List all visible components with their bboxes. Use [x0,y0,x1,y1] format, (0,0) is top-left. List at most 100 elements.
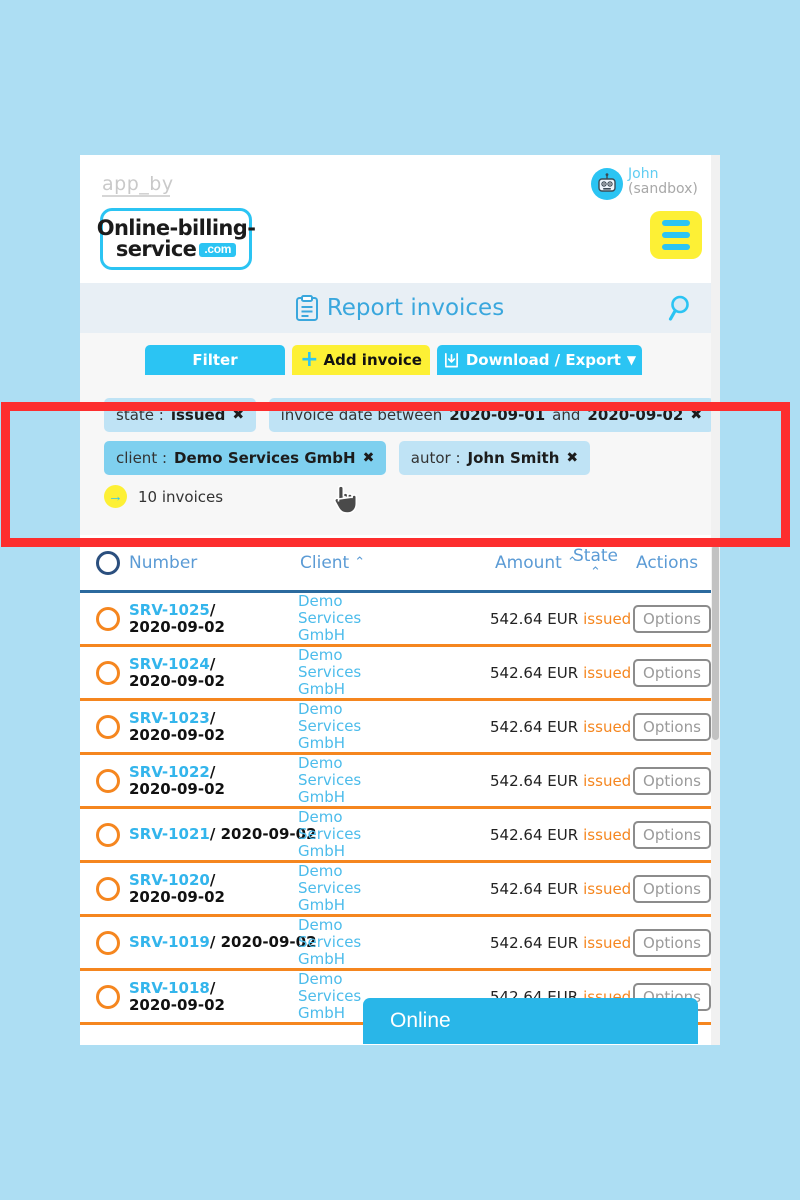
row-select-circle-icon[interactable] [96,984,120,1009]
cell-invoice-number[interactable]: SRV-1022/2020-09-02 [129,763,262,798]
row-select-circle-icon[interactable] [96,714,120,739]
options-button[interactable]: Options [633,928,711,957]
cell-invoice-number[interactable]: SRV-1018/2020-09-02 [129,979,262,1014]
cell-amount-and-state: 542.64 EUR issued [490,718,631,736]
options-button-label: Options [643,663,701,682]
vertical-scrollbar[interactable] [711,155,720,1045]
result-count-label: 10 invoices [138,487,224,506]
invoice-date: 2020-09-02 [129,671,225,690]
cell-client-name[interactable]: Demo Services GmbH [298,593,406,643]
chat-widget-online-bar[interactable]: Online [363,998,698,1044]
invoice-amount: 542.64 EUR [490,933,579,952]
status-badge: issued [583,933,632,952]
invoice-amount: 542.64 EUR [490,879,579,898]
row-select-circle-icon[interactable] [96,768,120,793]
filter-chip-invoice-date[interactable]: invoice date between 2020-09-01 and 2020… [268,398,715,432]
invoice-number-link[interactable]: SRV-1018 [129,979,210,997]
row-select-circle-icon[interactable] [96,876,120,901]
cell-client-name[interactable]: Demo Services GmbH [298,863,406,913]
table-row[interactable]: SRV-1019/ 2020-09-02 Demo Services GmbH 542… [80,917,720,971]
options-button[interactable]: Options [633,604,711,633]
options-button[interactable]: Options [633,874,711,903]
result-count-row: → 10 invoices [104,485,720,508]
client-name-line-2: GmbH [298,679,346,698]
column-header-client[interactable]: Client ⌃ [300,553,365,573]
add-invoice-button[interactable]: + Add invoice [292,345,430,375]
invoice-number-link[interactable]: SRV-1024 [129,655,210,673]
remove-filter-icon[interactable]: ✖ [232,407,244,423]
table-row[interactable]: SRV-1021/ 2020-09-02 Demo Services GmbH 542… [80,809,720,863]
cell-invoice-number[interactable]: SRV-1023/2020-09-02 [129,709,262,744]
invoice-number-link[interactable]: SRV-1023 [129,709,210,727]
invoice-number-link[interactable]: SRV-1022 [129,763,210,781]
app-header: app_by Online-billing- service .com John… [80,155,720,283]
cell-client-name[interactable]: Demo Services GmbH [298,755,406,805]
row-select-circle-icon[interactable] [96,822,120,847]
filter-chip-date-and: and [552,406,581,424]
filter-chip-state[interactable]: state : issued ✖ [104,398,257,432]
client-name-line-2: GmbH [298,1003,346,1022]
hamburger-menu-icon[interactable] [650,211,702,259]
invoice-amount: 542.64 EUR [490,771,579,790]
cell-invoice-number[interactable]: SRV-1025/2020-09-02 [129,601,262,636]
row-select-circle-icon[interactable] [96,930,120,955]
options-button-label: Options [643,717,701,736]
logo-line-2: service [115,236,197,261]
options-button-label: Options [643,825,701,844]
table-row[interactable]: SRV-1020/2020-09-02 Demo Services GmbH 542.… [80,863,720,917]
client-name-line-1: Demo Services [298,862,362,898]
column-header-amount[interactable]: Amount ⌃ [495,553,578,573]
client-name-line-1: Demo Services [298,970,362,1006]
action-toolbar: Filter + Add invoice Download / Export ▼ [80,333,720,385]
filter-chip-client-value: Demo Services GmbH [174,449,356,467]
row-select-circle-icon[interactable] [96,606,120,631]
table-row[interactable]: SRV-1023/2020-09-02 Demo Services GmbH 542.… [80,701,720,755]
filter-chip-date-to: 2020-09-02 [587,406,684,424]
options-button[interactable]: Options [633,820,711,849]
cell-invoice-number[interactable]: SRV-1024/2020-09-02 [129,655,262,690]
filter-button[interactable]: Filter [145,345,285,375]
options-button[interactable]: Options [633,658,711,687]
filter-button-label: Filter [192,351,238,369]
invoice-number-link[interactable]: SRV-1019 [129,933,210,951]
table-row[interactable]: SRV-1024/2020-09-02 Demo Services GmbH 542.… [80,647,720,701]
client-name-line-2: GmbH [298,949,346,968]
cell-client-name[interactable]: Demo Services GmbH [298,701,406,751]
robot-avatar-icon[interactable] [591,168,623,200]
table-row[interactable]: SRV-1025/2020-09-02 Demo Services GmbH 542.… [80,593,720,647]
options-button-label: Options [643,933,701,952]
cell-client-name[interactable]: Demo Services GmbH [298,917,406,967]
cell-invoice-number[interactable]: SRV-1021/ 2020-09-02 [129,825,317,843]
invoice-number-link[interactable]: SRV-1020 [129,871,210,889]
table-row[interactable]: SRV-1022/2020-09-02 Demo Services GmbH 542.… [80,755,720,809]
status-badge: issued [583,879,632,898]
client-name-line-2: GmbH [298,625,346,644]
invoice-number-link[interactable]: SRV-1025 [129,601,210,619]
filter-chip-client[interactable]: client : Demo Services GmbH ✖ [104,441,387,475]
column-header-state[interactable]: State ⌃ [573,546,618,579]
sort-asc-icon: ⌃ [354,555,366,570]
remove-filter-icon[interactable]: ✖ [363,450,375,466]
select-all-circle-icon[interactable] [96,550,120,575]
remove-filter-icon[interactable]: ✖ [566,450,578,466]
row-select-circle-icon[interactable] [96,660,120,685]
options-button[interactable]: Options [633,712,711,741]
cell-invoice-number[interactable]: SRV-1019/ 2020-09-02 [129,933,317,952]
options-button[interactable]: Options [633,766,711,795]
remove-filter-icon[interactable]: ✖ [690,407,702,423]
column-header-amount-label: Amount [495,552,562,573]
column-header-number[interactable]: Number [129,553,197,573]
brand-logo[interactable]: Online-billing- service .com [97,208,256,270]
invoice-number-separator: / [209,933,216,952]
invoice-number-link[interactable]: SRV-1021 [129,825,210,843]
user-info[interactable]: John (sandbox) [628,166,700,198]
cell-client-name[interactable]: Demo Services GmbH [298,647,406,697]
cell-invoice-number[interactable]: SRV-1020/2020-09-02 [129,871,262,906]
filter-chip-autor[interactable]: autor : John Smith ✖ [398,441,591,475]
filter-chip-client-label: client : [116,449,168,467]
search-icon[interactable] [668,294,696,322]
cell-client-name[interactable]: Demo Services GmbH [298,809,406,859]
scrollbar-thumb[interactable] [712,545,719,740]
download-export-button[interactable]: Download / Export ▼ [437,345,642,375]
status-badge: issued [583,609,632,628]
